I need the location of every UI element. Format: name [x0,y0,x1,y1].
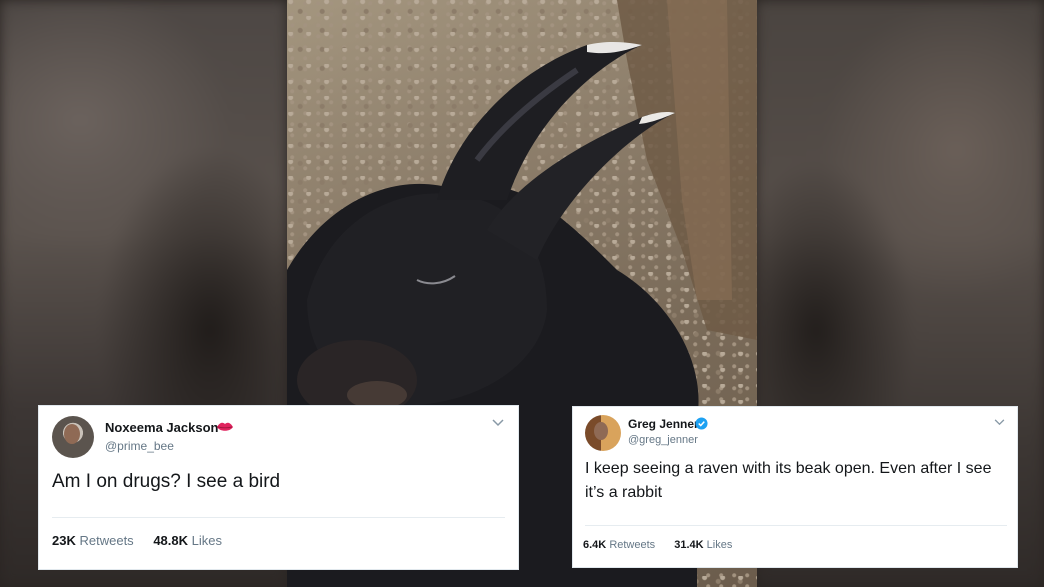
tweet-text: Am I on drugs? I see a bird [52,471,281,492]
retweets-stat[interactable]: 23K Retweets [52,533,134,548]
retweets-label: Retweets [609,539,656,551]
tweet-author-handle[interactable]: @prime_bee [105,439,174,453]
divider [52,517,505,518]
tweet-stats: 23K Retweets 48.8K Likes [52,533,238,548]
chevron-down-icon[interactable] [994,415,1005,429]
tweet-card[interactable]: Noxeema Jackson @prime_bee Am I on drugs… [38,405,519,570]
retweets-count: 6.4K [583,539,607,551]
tweet-author-name[interactable]: Noxeema Jackson [105,420,218,435]
likes-label: Likes [191,533,222,548]
tweet-card[interactable]: Greg Jenner @greg_jenner I keep seeing a… [572,406,1018,568]
likes-stat[interactable]: 31.4K Likes [674,539,732,551]
divider [585,525,1007,526]
chevron-down-icon[interactable] [492,416,504,430]
tweet-stats: 6.4K Retweets 31.4K Likes [583,539,748,551]
likes-count: 31.4K [674,539,704,551]
retweets-label: Retweets [79,533,134,548]
retweets-count: 23K [52,533,76,548]
likes-label: Likes [706,539,733,551]
verified-badge-icon [695,417,708,435]
retweets-stat[interactable]: 6.4K Retweets [583,539,655,551]
likes-count: 48.8K [153,533,189,548]
tweet-author-handle[interactable]: @greg_jenner [628,434,698,446]
tweet-author-name[interactable]: Greg Jenner [628,417,699,431]
tweet-text: I keep seeing a raven with its beak open… [585,460,992,501]
avatar[interactable] [585,415,621,451]
image-stage: Noxeema Jackson @prime_bee Am I on drugs… [0,0,1044,587]
red-lips-icon [216,420,234,438]
avatar[interactable] [52,416,94,458]
likes-stat[interactable]: 48.8K Likes [153,533,222,548]
